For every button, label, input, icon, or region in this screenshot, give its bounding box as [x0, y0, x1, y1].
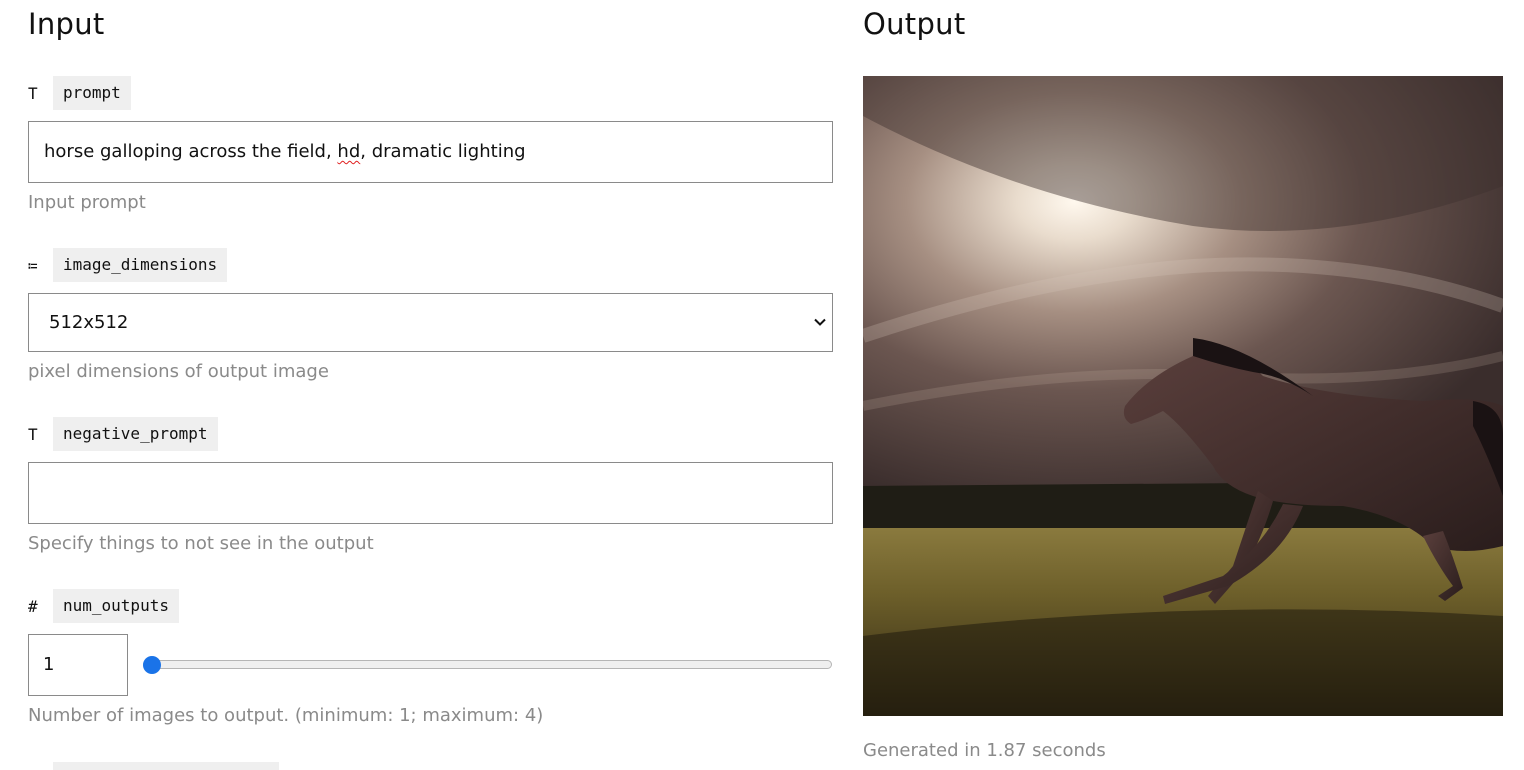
image-dimensions-selected-value: 512x512	[49, 312, 129, 333]
image-dimensions-help-text: pixel dimensions of output image	[28, 361, 329, 382]
negative-prompt-input[interactable]	[28, 462, 833, 524]
num-outputs-slider-thumb[interactable]	[143, 656, 161, 674]
prompt-help-text: Input prompt	[28, 192, 146, 213]
negative-prompt-field-label: T negative_prompt	[28, 417, 218, 451]
image-dimensions-field-label: ≔ image_dimensions	[28, 248, 228, 282]
output-image[interactable]	[863, 76, 1503, 716]
text-type-icon: T	[28, 83, 38, 103]
num-outputs-slider-track[interactable]	[143, 660, 832, 669]
prompt-field-name: prompt	[53, 76, 131, 110]
num-outputs-field-label: # num_outputs	[28, 589, 179, 623]
list-type-icon: ≔	[28, 255, 38, 275]
output-heading: Output	[863, 7, 966, 41]
image-dimensions-select[interactable]: 512x512	[28, 293, 833, 352]
prompt-value-prefix: horse galloping across the field,	[44, 141, 338, 162]
number-type-icon: #	[28, 596, 38, 616]
num-outputs-number-input[interactable]: 1	[28, 634, 128, 696]
input-heading: Input	[28, 7, 105, 41]
next-field-label-partial	[53, 762, 279, 770]
prompt-spellcheck-word: hd	[337, 141, 361, 162]
predict-page: Input T prompt horse galloping across th…	[0, 0, 1524, 770]
text-type-icon: T	[28, 424, 38, 444]
num-outputs-help-text: Number of images to output. (minimum: 1;…	[28, 705, 544, 726]
num-outputs-field-name: num_outputs	[53, 589, 179, 623]
negative-prompt-field-name: negative_prompt	[53, 417, 218, 451]
prompt-input[interactable]: horse galloping across the field, hd, dr…	[28, 121, 833, 183]
image-dimensions-field-name: image_dimensions	[53, 248, 228, 282]
negative-prompt-help-text: Specify things to not see in the output	[28, 533, 374, 554]
prompt-field-label: T prompt	[28, 76, 131, 110]
chevron-down-icon	[814, 318, 826, 326]
prompt-value-suffix: , dramatic lighting	[360, 141, 526, 162]
generation-time-text: Generated in 1.87 seconds	[863, 740, 1106, 761]
